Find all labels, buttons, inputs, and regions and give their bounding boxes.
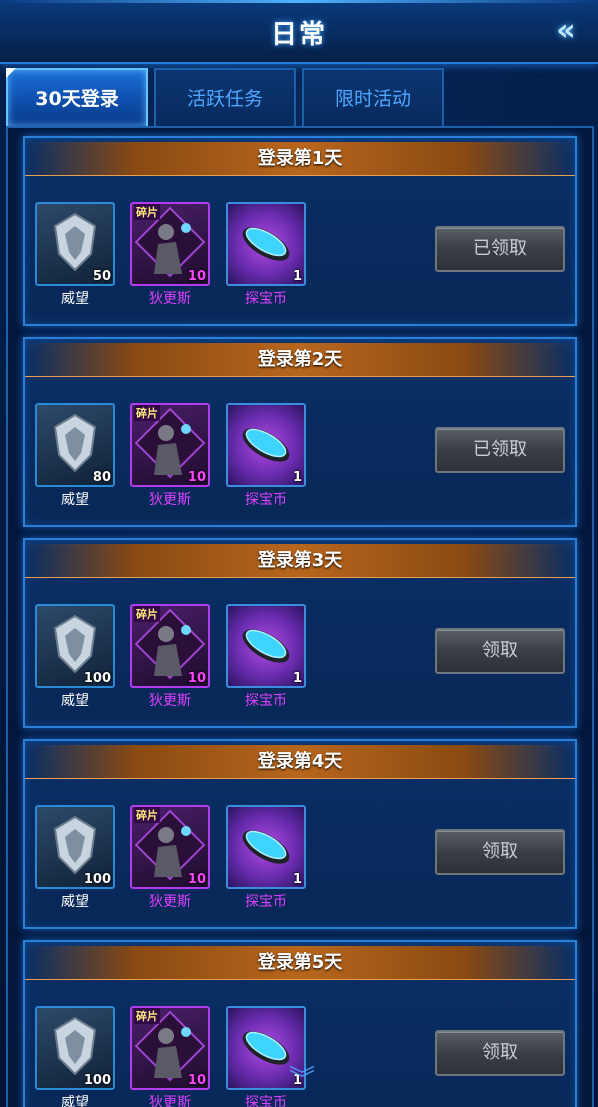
reward-item-treasure-coin[interactable]: 1 探宝币 — [226, 805, 306, 910]
reward-item-dickens-fragment[interactable]: 碎片 10 狄更斯 — [130, 202, 210, 307]
reward-item-prestige[interactable]: 100 威望 — [35, 805, 115, 910]
fragment-tag: 碎片 — [134, 405, 160, 421]
tab-limited-events[interactable]: 限时活动 — [302, 68, 444, 126]
item-name: 威望 — [61, 693, 89, 709]
card-title: 登录第1天 — [25, 142, 575, 176]
claim-button[interactable]: 领取 — [435, 829, 565, 875]
tab-active-tasks[interactable]: 活跃任务 — [154, 68, 296, 126]
fragment-tag: 碎片 — [134, 606, 160, 622]
item-count: 10 — [187, 671, 206, 686]
login-day-card: 登录第2天 80 威望 碎片 10 狄更斯 1 探宝币 已领取 — [23, 337, 577, 527]
reward-item-treasure-coin[interactable]: 1 探宝币 — [226, 403, 306, 508]
claim-button[interactable]: 领取 — [435, 1030, 565, 1076]
item-count: 100 — [83, 1073, 111, 1088]
back-arrow-icon[interactable]: « — [546, 14, 586, 48]
item-count: 100 — [83, 671, 111, 686]
login-rewards-panel[interactable]: 登录第1天 50 威望 碎片 10 狄更斯 1 探宝币 已领取 登录第2天 80… — [6, 126, 594, 1107]
fragment-tag: 碎片 — [134, 204, 160, 220]
item-count: 10 — [187, 470, 206, 485]
reward-item-treasure-coin[interactable]: 1 探宝币 — [226, 604, 306, 709]
item-count: 10 — [187, 872, 206, 887]
scroll-down-icon[interactable]: ︾ — [282, 1067, 322, 1093]
claim-button[interactable]: 领取 — [435, 628, 565, 674]
card-title: 登录第2天 — [25, 343, 575, 377]
login-day-card: 登录第3天 100 威望 碎片 10 狄更斯 1 探宝币 领取 — [23, 538, 577, 728]
claim-button[interactable]: 已领取 — [435, 226, 565, 272]
card-title: 登录第5天 — [25, 946, 575, 980]
login-day-card: 登录第1天 50 威望 碎片 10 狄更斯 1 探宝币 已领取 — [23, 136, 577, 326]
item-name: 威望 — [61, 492, 89, 508]
reward-item-prestige[interactable]: 50 威望 — [35, 202, 115, 307]
reward-item-dickens-fragment[interactable]: 碎片 10 狄更斯 — [130, 805, 210, 910]
daily-screen: 日常 « 30天登录 活跃任务 限时活动 登录第1天 50 威望 碎片 10 狄… — [0, 0, 598, 1107]
reward-item-prestige[interactable]: 80 威望 — [35, 403, 115, 508]
item-count: 1 — [292, 269, 302, 284]
item-count: 100 — [83, 872, 111, 887]
reward-item-dickens-fragment[interactable]: 碎片 10 狄更斯 — [130, 403, 210, 508]
item-name: 狄更斯 — [149, 894, 191, 910]
reward-item-prestige[interactable]: 100 威望 — [35, 1006, 115, 1107]
item-name: 探宝币 — [245, 693, 287, 709]
tab-bar: 30天登录 活跃任务 限时活动 — [6, 68, 596, 126]
item-name: 狄更斯 — [149, 492, 191, 508]
page-title: 日常 — [270, 20, 327, 50]
fragment-tag: 碎片 — [134, 1008, 160, 1024]
item-name: 威望 — [61, 291, 89, 307]
header-bar: 日常 « — [0, 0, 598, 64]
reward-item-prestige[interactable]: 100 威望 — [35, 604, 115, 709]
card-title: 登录第3天 — [25, 544, 575, 578]
item-name: 威望 — [61, 1095, 89, 1107]
item-name: 威望 — [61, 894, 89, 910]
reward-item-dickens-fragment[interactable]: 碎片 10 狄更斯 — [130, 1006, 210, 1107]
item-count: 10 — [187, 269, 206, 284]
tab-30-day-login[interactable]: 30天登录 — [6, 68, 148, 126]
reward-item-dickens-fragment[interactable]: 碎片 10 狄更斯 — [130, 604, 210, 709]
item-count: 1 — [292, 470, 302, 485]
item-count: 1 — [292, 671, 302, 686]
fragment-tag: 碎片 — [134, 807, 160, 823]
item-name: 狄更斯 — [149, 1095, 191, 1107]
item-name: 探宝币 — [245, 291, 287, 307]
item-name: 狄更斯 — [149, 693, 191, 709]
item-count: 1 — [292, 872, 302, 887]
reward-item-treasure-coin[interactable]: 1 探宝币 — [226, 202, 306, 307]
card-title: 登录第4天 — [25, 745, 575, 779]
claim-button[interactable]: 已领取 — [435, 427, 565, 473]
item-name: 狄更斯 — [149, 291, 191, 307]
item-count: 50 — [92, 269, 111, 284]
login-day-card: 登录第4天 100 威望 碎片 10 狄更斯 1 探宝币 领取 — [23, 739, 577, 929]
item-name: 探宝币 — [245, 894, 287, 910]
item-count: 80 — [92, 470, 111, 485]
item-name: 探宝币 — [245, 492, 287, 508]
item-count: 10 — [187, 1073, 206, 1088]
